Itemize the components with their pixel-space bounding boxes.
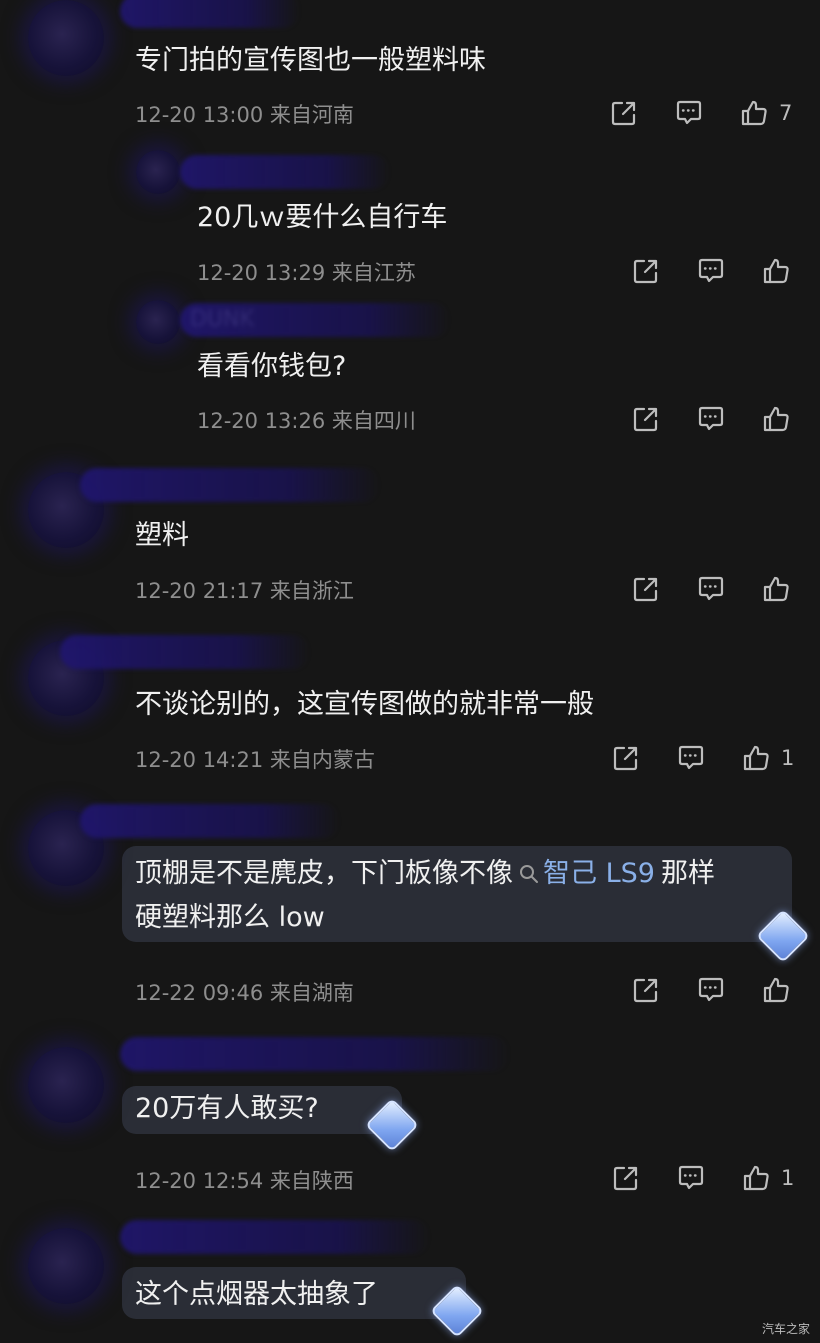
reply-button[interactable]	[696, 972, 726, 1008]
share-icon	[609, 98, 639, 128]
watermark: 汽车之家	[761, 1322, 810, 1336]
username[interactable]: DUNK	[180, 303, 450, 337]
share-button[interactable]	[631, 972, 661, 1008]
product-link-label: 智己 LS9	[543, 858, 655, 889]
share-button[interactable]	[609, 95, 639, 131]
like-count: 1	[781, 1166, 795, 1190]
comment-text: 专门拍的宣传图也一般塑料味	[135, 45, 486, 76]
share-icon	[631, 975, 661, 1005]
username[interactable]	[120, 0, 300, 28]
comment-text: 塑料	[135, 520, 189, 551]
username[interactable]	[180, 155, 390, 189]
comment-icon	[696, 574, 726, 604]
share-icon	[631, 256, 661, 286]
comment-icon	[696, 975, 726, 1005]
comment-text: 看看你钱包?	[197, 351, 347, 382]
share-button[interactable]	[631, 571, 661, 607]
like-count: 1	[781, 746, 795, 770]
comment-icon	[676, 743, 706, 773]
comment-actions	[0, 972, 820, 1008]
comment-actions	[0, 401, 820, 437]
reply-button[interactable]	[696, 253, 726, 289]
avatar[interactable]	[136, 150, 180, 194]
username[interactable]	[60, 635, 310, 669]
comment-actions	[0, 571, 820, 607]
thumbs-up-icon	[761, 574, 791, 604]
avatar[interactable]	[28, 1047, 104, 1123]
reply-button[interactable]	[696, 571, 726, 607]
comment-text: 顶棚是不是麂皮，下门板像不像 智己 LS9 那样	[135, 853, 715, 895]
comment-text-part: 那样	[660, 858, 715, 889]
avatar[interactable]	[28, 0, 104, 76]
comment-text: 不谈论别的，这宣传图做的就非常一般	[135, 689, 594, 720]
avatar[interactable]	[28, 1228, 104, 1304]
thumbs-up-icon	[741, 1163, 771, 1193]
like-button[interactable]	[761, 571, 801, 607]
share-button[interactable]	[631, 253, 661, 289]
reply-button[interactable]	[696, 401, 726, 437]
like-button[interactable]: 1	[741, 1160, 794, 1196]
comment-actions: 1	[0, 1160, 820, 1196]
like-button[interactable]	[761, 972, 801, 1008]
share-icon	[611, 743, 641, 773]
avatar[interactable]	[136, 300, 180, 344]
share-icon	[631, 574, 661, 604]
share-button[interactable]	[611, 1160, 641, 1196]
comment-text-part: 顶棚是不是麂皮，下门板像不像	[135, 858, 513, 889]
search-icon	[520, 865, 538, 883]
thumbs-up-icon	[739, 98, 769, 128]
comment-icon	[676, 1163, 706, 1193]
comment-text: 20万有人敢买?	[135, 1093, 319, 1124]
like-button[interactable]	[761, 401, 801, 437]
username[interactable]	[80, 804, 340, 838]
comment-actions: 1	[0, 740, 820, 776]
comment-icon	[674, 98, 704, 128]
comment-text-line2: 硬塑料那么 low	[135, 902, 325, 933]
comment-actions	[0, 253, 820, 289]
thumbs-up-icon	[741, 743, 771, 773]
comment-text: 这个点烟器太抽象了	[135, 1279, 378, 1310]
share-icon	[611, 1163, 641, 1193]
reply-button[interactable]	[676, 740, 706, 776]
comment-icon	[696, 256, 726, 286]
like-count: 7	[779, 101, 793, 125]
reply-button[interactable]	[676, 1160, 706, 1196]
comment-actions: 7	[0, 95, 820, 131]
thumbs-up-icon	[761, 256, 791, 286]
like-button[interactable]: 1	[741, 740, 794, 776]
comment-text: 20几ｗ要什么自行车	[197, 202, 448, 233]
username[interactable]	[120, 1037, 510, 1071]
thumbs-up-icon	[761, 975, 791, 1005]
like-button[interactable]: 7	[739, 95, 792, 131]
share-button[interactable]	[611, 740, 641, 776]
product-link[interactable]: 智己 LS9	[513, 858, 655, 889]
share-icon	[631, 404, 661, 434]
thumbs-up-icon	[761, 404, 791, 434]
username[interactable]	[80, 468, 380, 502]
username[interactable]	[120, 1220, 430, 1254]
like-button[interactable]	[761, 253, 801, 289]
comment-icon	[696, 404, 726, 434]
share-button[interactable]	[631, 401, 661, 437]
reply-button[interactable]	[674, 95, 704, 131]
